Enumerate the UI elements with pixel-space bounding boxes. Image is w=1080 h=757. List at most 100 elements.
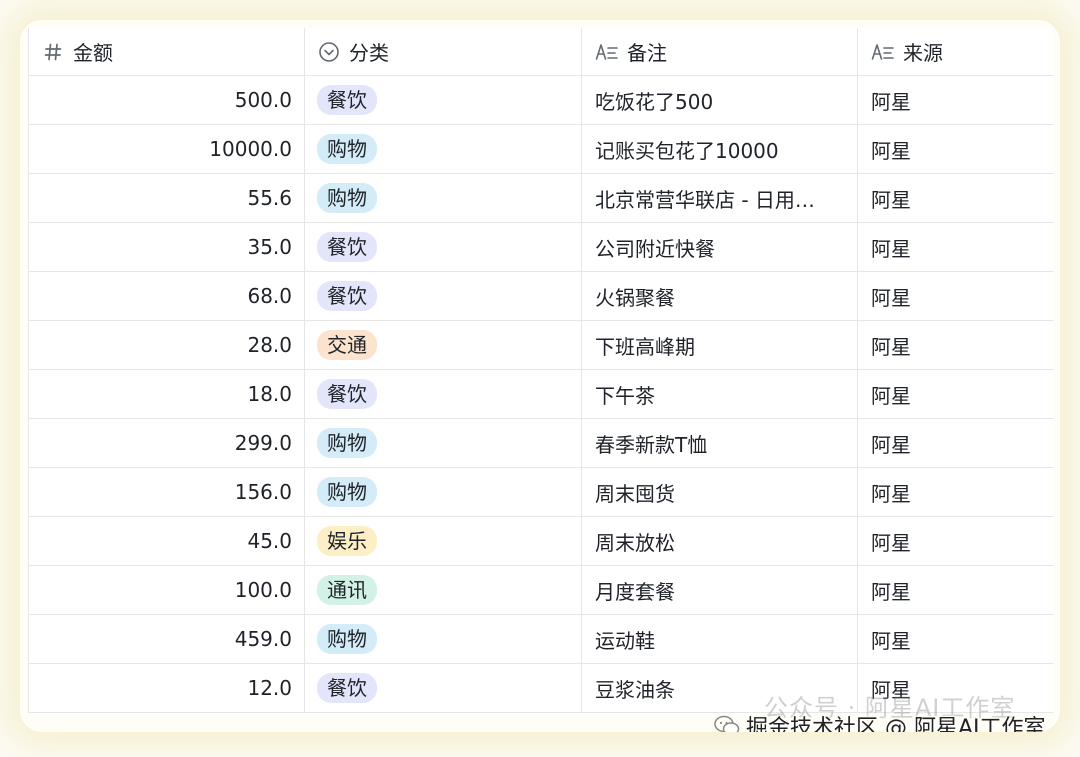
table-row[interactable]: 18.0 餐饮 下午茶 阿星 — [29, 370, 1053, 419]
category-cell[interactable]: 购物 — [305, 615, 582, 663]
source-cell[interactable]: 阿星 — [858, 419, 1053, 467]
note-cell[interactable]: 下午茶 — [582, 370, 858, 418]
amount-cell[interactable]: 100.0 — [29, 566, 305, 614]
note-text: 运动鞋 — [595, 628, 655, 653]
table-row[interactable]: 35.0 餐饮 公司附近快餐 阿星 — [29, 223, 1053, 272]
amount-cell[interactable]: 68.0 — [29, 272, 305, 320]
note-cell[interactable]: 记账买包花了10000 — [582, 125, 858, 173]
category-cell[interactable]: 餐饮 — [305, 370, 582, 418]
category-tag: 购物 — [317, 134, 377, 164]
category-tag: 通讯 — [317, 575, 377, 605]
source-cell[interactable]: 阿星 — [858, 370, 1053, 418]
number-icon — [41, 40, 65, 64]
amount-cell[interactable]: 18.0 — [29, 370, 305, 418]
text-field-icon — [595, 40, 619, 64]
amount-cell[interactable]: 156.0 — [29, 468, 305, 516]
category-cell[interactable]: 交通 — [305, 321, 582, 369]
note-text: 下班高峰期 — [595, 334, 695, 359]
column-header-category[interactable]: 分类 — [305, 28, 582, 75]
category-tag: 餐饮 — [317, 232, 377, 262]
category-tag: 娱乐 — [317, 526, 377, 556]
amount-cell[interactable]: 45.0 — [29, 517, 305, 565]
note-text: 火锅聚餐 — [595, 285, 675, 310]
table-row[interactable]: 156.0 购物 周末囤货 阿星 — [29, 468, 1053, 517]
column-header-note[interactable]: 备注 — [582, 28, 858, 75]
note-text: 公司附近快餐 — [595, 236, 715, 261]
note-cell[interactable]: 吃饭花了500 — [582, 76, 858, 124]
category-tag: 购物 — [317, 183, 377, 213]
note-cell[interactable]: 北京常营华联店 - 日用… — [582, 174, 858, 222]
source-cell[interactable]: 阿星 — [858, 76, 1053, 124]
column-header-label: 分类 — [349, 41, 389, 65]
text-field-icon — [871, 40, 895, 64]
amount-cell[interactable]: 12.0 — [29, 664, 305, 712]
wechat-icon — [714, 715, 740, 732]
category-tag: 购物 — [317, 477, 377, 507]
table-row[interactable]: 55.6 购物 北京常营华联店 - 日用… 阿星 — [29, 174, 1053, 223]
table-row[interactable]: 299.0 购物 春季新款T恤 阿星 — [29, 419, 1053, 468]
screenshot-frame: 金额 分类 备注 来源 500.0 餐饮 吃饭花了500 阿星 10000.0 … — [20, 20, 1060, 732]
category-tag: 交通 — [317, 330, 377, 360]
source-cell[interactable]: 阿星 — [858, 566, 1053, 614]
category-cell[interactable]: 购物 — [305, 125, 582, 173]
watermark: 掘金技术社区 @ 阿星AI工作室 — [714, 710, 1046, 732]
note-cell[interactable]: 月度套餐 — [582, 566, 858, 614]
category-cell[interactable]: 餐饮 — [305, 272, 582, 320]
category-tag: 餐饮 — [317, 379, 377, 409]
amount-cell[interactable]: 500.0 — [29, 76, 305, 124]
amount-cell[interactable]: 28.0 — [29, 321, 305, 369]
category-tag: 餐饮 — [317, 281, 377, 311]
note-cell[interactable]: 运动鞋 — [582, 615, 858, 663]
source-cell[interactable]: 阿星 — [858, 468, 1053, 516]
category-tag: 餐饮 — [317, 85, 377, 115]
amount-cell[interactable]: 459.0 — [29, 615, 305, 663]
column-header-label: 金额 — [73, 41, 113, 65]
watermark-text: 掘金技术社区 @ 阿星AI工作室 — [746, 716, 1046, 732]
category-tag: 餐饮 — [317, 673, 377, 703]
column-header-source[interactable]: 来源 — [858, 28, 1053, 75]
note-text: 春季新款T恤 — [595, 432, 708, 457]
category-cell[interactable]: 娱乐 — [305, 517, 582, 565]
column-header-label: 来源 — [903, 41, 943, 65]
table-row[interactable]: 100.0 通讯 月度套餐 阿星 — [29, 566, 1053, 615]
note-cell[interactable]: 公司附近快餐 — [582, 223, 858, 271]
table-row[interactable]: 500.0 餐饮 吃饭花了500 阿星 — [29, 76, 1053, 125]
category-cell[interactable]: 通讯 — [305, 566, 582, 614]
note-text: 记账买包花了10000 — [595, 138, 779, 163]
note-cell[interactable]: 下班高峰期 — [582, 321, 858, 369]
source-cell[interactable]: 阿星 — [858, 272, 1053, 320]
source-cell[interactable]: 阿星 — [858, 321, 1053, 369]
category-cell[interactable]: 餐饮 — [305, 76, 582, 124]
table-row[interactable]: 459.0 购物 运动鞋 阿星 — [29, 615, 1053, 664]
source-cell[interactable]: 阿星 — [858, 174, 1053, 222]
table-body: 500.0 餐饮 吃饭花了500 阿星 10000.0 购物 记账买包花了10000 阿星 55… — [29, 76, 1053, 713]
table-row[interactable]: 45.0 娱乐 周末放松 阿星 — [29, 517, 1053, 566]
source-cell[interactable]: 阿星 — [858, 615, 1053, 663]
source-cell[interactable]: 阿星 — [858, 125, 1053, 173]
table-row[interactable]: 28.0 交通 下班高峰期 阿星 — [29, 321, 1053, 370]
note-cell[interactable]: 周末囤货 — [582, 468, 858, 516]
category-tag: 购物 — [317, 428, 377, 458]
note-text: 吃饭花了500 — [595, 89, 714, 114]
table-row[interactable]: 68.0 餐饮 火锅聚餐 阿星 — [29, 272, 1053, 321]
note-cell[interactable]: 春季新款T恤 — [582, 419, 858, 467]
category-tag: 购物 — [317, 624, 377, 654]
note-text: 下午茶 — [595, 383, 655, 408]
category-cell[interactable]: 购物 — [305, 468, 582, 516]
category-cell[interactable]: 购物 — [305, 174, 582, 222]
category-cell[interactable]: 购物 — [305, 419, 582, 467]
amount-cell[interactable]: 10000.0 — [29, 125, 305, 173]
table-row[interactable]: 10000.0 购物 记账买包花了10000 阿星 — [29, 125, 1053, 174]
amount-cell[interactable]: 299.0 — [29, 419, 305, 467]
source-cell[interactable]: 阿星 — [858, 223, 1053, 271]
column-header-amount[interactable]: 金额 — [29, 28, 305, 75]
category-cell[interactable]: 餐饮 — [305, 223, 582, 271]
category-cell[interactable]: 餐饮 — [305, 664, 582, 712]
note-text: 周末囤货 — [595, 481, 675, 506]
note-cell[interactable]: 火锅聚餐 — [582, 272, 858, 320]
column-header-label: 备注 — [627, 41, 667, 65]
amount-cell[interactable]: 55.6 — [29, 174, 305, 222]
source-cell[interactable]: 阿星 — [858, 517, 1053, 565]
note-cell[interactable]: 周末放松 — [582, 517, 858, 565]
amount-cell[interactable]: 35.0 — [29, 223, 305, 271]
